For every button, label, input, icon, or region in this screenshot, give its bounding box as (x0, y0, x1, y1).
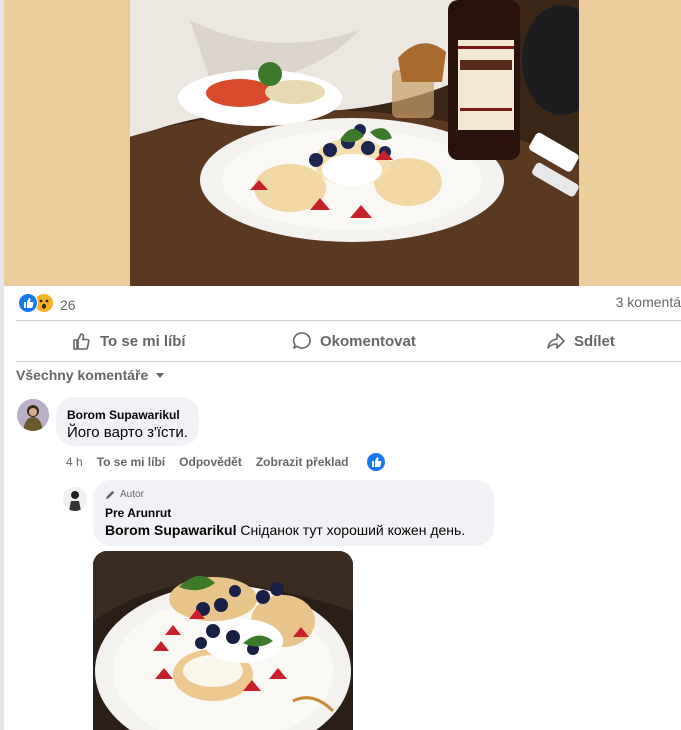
reply-text: Borom Supawarikul Сніданок тут хороший к… (105, 522, 465, 538)
reply-author[interactable]: Pre Arunrut (105, 506, 171, 520)
reply-mention[interactable]: Borom Supawarikul (105, 522, 236, 538)
reply-bubble: Autor Pre Arunrut Borom Supawarikul Снід… (93, 480, 494, 546)
comments-filter[interactable]: Všechny komentáře (16, 367, 166, 383)
author-badge-label: Autor (120, 489, 144, 500)
comment-bubble: Borom Supawarikul Його варто з'їсти. (56, 397, 199, 446)
like-icon (18, 293, 38, 313)
divider (16, 320, 681, 321)
post-photo-frame (4, 0, 681, 286)
comments-filter-label: Všechny komentáře (16, 367, 149, 383)
comment-like-link[interactable]: To se mi líbí (97, 455, 165, 469)
divider (16, 361, 681, 362)
comment-author[interactable]: Borom Supawarikul (67, 408, 180, 422)
comment-time[interactable]: 4 h (66, 455, 83, 469)
share-icon (547, 333, 565, 349)
reply-photo[interactable] (93, 551, 353, 730)
comment-translate-link[interactable]: Zobrazit překlad (256, 455, 349, 469)
comment-button-label: Okomentovat (320, 332, 416, 350)
post-stats: 26 3 komentá (18, 290, 681, 318)
reply-avatar[interactable] (63, 487, 87, 511)
comment-text: Його варто з'їсти. (67, 424, 188, 441)
share-button-label: Sdílet (574, 332, 615, 350)
commenter-avatar[interactable] (17, 399, 49, 431)
comment-meta: 4 h To se mi líbí Odpovědět Zobrazit pře… (66, 455, 349, 469)
comment-icon (292, 332, 311, 349)
reaction-count[interactable]: 26 (60, 297, 76, 313)
comment-like-reaction-icon[interactable] (367, 453, 385, 471)
comment-count[interactable]: 3 komentá (616, 294, 681, 310)
author-badge: Autor (105, 489, 144, 500)
reply-body: Сніданок тут хороший кожен день. (236, 522, 466, 538)
post-photo[interactable] (130, 0, 579, 286)
post-actions: To se mi líbí Okomentovat Sdílet (16, 322, 681, 360)
like-button-label: To se mi líbí (100, 332, 186, 350)
comment-reply-link[interactable]: Odpovědět (179, 455, 242, 469)
caret-down-icon (156, 373, 165, 378)
comment-button[interactable]: Okomentovat (292, 322, 416, 360)
thumbs-up-icon (73, 333, 90, 350)
share-button[interactable]: Sdílet (546, 322, 615, 360)
pencil-icon (105, 490, 115, 500)
like-button[interactable]: To se mi líbí (72, 322, 186, 360)
